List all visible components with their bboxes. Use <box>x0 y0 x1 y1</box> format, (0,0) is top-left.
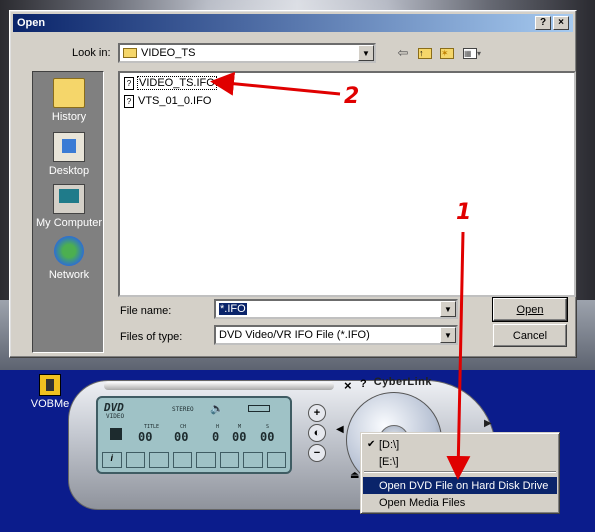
look-in-value: VIDEO_TS <box>141 47 196 59</box>
lcd-seconds: 00 <box>260 430 275 444</box>
tools-icon[interactable] <box>266 452 286 468</box>
desktop-icon <box>53 132 85 162</box>
annotation-number-1: 1 <box>456 200 472 225</box>
chevron-down-icon[interactable]: ▼ <box>358 45 374 61</box>
look-in-label: Look in: <box>72 47 111 59</box>
subtitle-icon[interactable] <box>196 452 216 468</box>
file-name: VTS_01_0.IFO <box>138 95 212 107</box>
menu-item-label: [D:\] <box>379 438 400 451</box>
player-top-strip <box>104 382 334 390</box>
look-in-combo[interactable]: VIDEO_TS ▼ <box>118 43 376 63</box>
menu-item-drive-d[interactable]: ✔ [D:\] <box>363 436 557 453</box>
place-network[interactable]: Network <box>33 236 105 281</box>
mute-icon[interactable]: ◐ <box>308 424 326 442</box>
check-icon: ✔ <box>367 439 376 450</box>
cancel-button[interactable]: Cancel <box>493 324 567 347</box>
place-label: My Computer <box>35 217 103 229</box>
back-icon[interactable]: ⇦ <box>394 44 412 62</box>
source-context-menu: ✔ [D:\] [E:\] Open DVD File on Hard Disk… <box>360 432 560 514</box>
list-icon[interactable] <box>219 452 239 468</box>
place-label: Desktop <box>48 165 90 177</box>
vobme-icon <box>39 374 61 396</box>
menu-icon[interactable]: i <box>102 452 122 468</box>
network-icon <box>54 236 84 266</box>
place-my-computer[interactable]: My Computer <box>33 184 105 229</box>
player-help-icon[interactable]: ? <box>360 378 367 390</box>
view-menu-icon[interactable]: ▦ ▾ <box>460 44 484 62</box>
lcd-stereo: STEREO <box>172 406 194 413</box>
return-icon[interactable] <box>149 452 169 468</box>
folder-icon <box>123 48 137 58</box>
dial-arrow-right-icon[interactable]: ▶ <box>484 418 492 429</box>
ifo-file-icon: ? <box>124 76 134 90</box>
history-icon <box>53 78 85 108</box>
file-name-field[interactable]: *.IFO ▼ <box>214 299 458 319</box>
computer-icon <box>53 184 85 214</box>
open-dialog: Open ? × Look in: VIDEO_TS ▼ ⇦ ↑ ✶ ▦ ▾ Hi… <box>9 10 577 358</box>
ifo-file-icon: ? <box>124 94 134 108</box>
file-name: VIDEO_TS.IFO <box>137 76 217 90</box>
menu-item-drive-e[interactable]: [E:\] <box>363 453 557 470</box>
brand-label: CyberLink <box>373 376 432 388</box>
lcd-hours: 0 <box>212 430 220 444</box>
up-folder-icon[interactable]: ↑ <box>416 44 434 62</box>
place-desktop[interactable]: Desktop <box>33 132 105 177</box>
lcd-display: DVD VIDEO STEREO 🔈 TITLE CH H M S 00 00 … <box>96 396 292 474</box>
menu-item-open-dvd-file[interactable]: Open DVD File on Hard Disk Drive <box>363 477 557 494</box>
menu-item-label: Open Media Files <box>379 496 466 509</box>
audio-icon[interactable] <box>172 452 192 468</box>
open-button-label: Open <box>516 303 544 316</box>
file-name-value: *.IFO <box>219 303 247 315</box>
help-button[interactable]: ? <box>535 16 551 30</box>
chevron-down-icon[interactable]: ▼ <box>440 301 456 317</box>
eject-icon[interactable]: ⏏ <box>350 470 359 481</box>
new-folder-icon[interactable]: ✶ <box>438 44 456 62</box>
place-label: Network <box>48 269 90 281</box>
volume-down-icon[interactable]: − <box>308 444 326 462</box>
volume-up-icon[interactable]: + <box>308 404 326 422</box>
file-type-label: Files of type: <box>120 331 183 343</box>
menu-item-label: [E:\] <box>379 455 399 468</box>
camera-icon[interactable] <box>125 452 145 468</box>
dialog-titlebar: Open ? × <box>13 14 573 32</box>
cancel-button-label: Cancel <box>512 329 548 342</box>
annotation-number-2: 2 <box>344 84 360 109</box>
place-history[interactable]: History <box>33 78 105 123</box>
stop-icon <box>110 428 122 440</box>
file-item[interactable]: ? VIDEO_TS.IFO <box>124 75 217 91</box>
menu-separator <box>364 471 556 473</box>
player-close-icon[interactable]: × <box>344 378 352 393</box>
chevron-down-icon[interactable]: ▼ <box>440 327 456 343</box>
menu-item-open-media-files[interactable]: Open Media Files <box>363 494 557 511</box>
place-label: History <box>51 111 87 123</box>
lcd-control-row: i <box>102 452 286 468</box>
dial-arrow-icon[interactable]: ◀ <box>336 424 344 435</box>
open-button[interactable]: Open <box>492 297 568 322</box>
menu-item-label: Open DVD File on Hard Disk Drive <box>379 479 549 492</box>
level-bar-icon <box>248 405 270 412</box>
file-name-label: File name: <box>120 305 172 317</box>
file-type-value: DVD Video/VR IFO File (*.IFO) <box>219 329 370 341</box>
close-button[interactable]: × <box>553 16 569 30</box>
lcd-title: 00 <box>138 430 153 444</box>
lcd-minutes: 00 <box>232 430 247 444</box>
file-type-select[interactable]: DVD Video/VR IFO File (*.IFO) ▼ <box>214 325 458 345</box>
file-item[interactable]: ? VTS_01_0.IFO <box>124 93 212 109</box>
dialog-title: Open <box>17 17 46 29</box>
lcd-sub: VIDEO <box>106 413 125 420</box>
lcd-chapter: 00 <box>174 430 189 444</box>
fullscreen-icon[interactable] <box>243 452 263 468</box>
speaker-icon: 🔈 <box>210 403 224 415</box>
places-bar: History Desktop My Computer Network <box>32 71 104 353</box>
